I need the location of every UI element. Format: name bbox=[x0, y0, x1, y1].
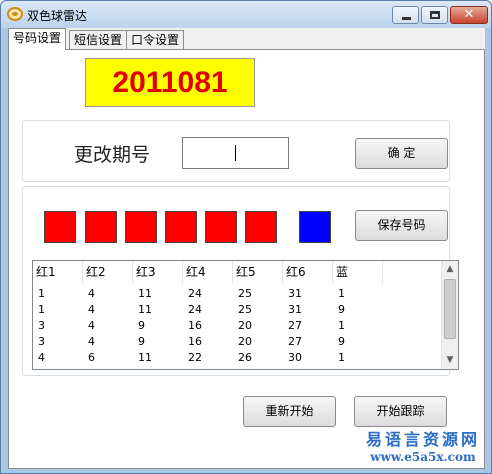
numbers-group: 保存号码 红1 红2 红3 红4 红5 红6 蓝 1 4 11 24 25 31… bbox=[22, 186, 459, 376]
red-ball-4[interactable] bbox=[165, 211, 197, 243]
table-cell: 4 bbox=[38, 351, 45, 364]
red-ball-3[interactable] bbox=[125, 211, 157, 243]
table-cell: 25 bbox=[238, 303, 252, 316]
table-cell: 31 bbox=[288, 287, 302, 300]
red-ball-5[interactable] bbox=[205, 211, 237, 243]
period-input[interactable] bbox=[182, 137, 289, 169]
close-icon: ✕ bbox=[463, 7, 475, 22]
title-bar[interactable]: 双色球雷达 ✕ bbox=[1, 1, 491, 28]
red-ball-2[interactable] bbox=[85, 211, 117, 243]
table-cell: 11 bbox=[138, 287, 152, 300]
tab-number-settings[interactable]: 号码设置 bbox=[8, 28, 67, 50]
header-red2[interactable]: 红2 bbox=[83, 261, 133, 285]
minimize-button[interactable] bbox=[392, 6, 419, 24]
table-cell: 1 bbox=[338, 287, 345, 300]
header-red4[interactable]: 红4 bbox=[183, 261, 233, 285]
tab-password-settings[interactable]: 口令设置 bbox=[126, 30, 185, 50]
table-cell: 24 bbox=[188, 303, 202, 316]
save-numbers-button[interactable]: 保存号码 bbox=[355, 210, 448, 241]
maximize-icon bbox=[430, 11, 440, 19]
table-cell: 1 bbox=[38, 303, 45, 316]
numbers-table[interactable]: 红1 红2 红3 红4 红5 红6 蓝 1 4 11 24 25 31 1 1 … bbox=[32, 260, 459, 370]
app-logo-icon bbox=[7, 7, 23, 21]
header-red6[interactable]: 红6 bbox=[283, 261, 333, 285]
table-cell: 1 bbox=[338, 319, 345, 332]
table-cell: 25 bbox=[238, 287, 252, 300]
table-scrollbar[interactable]: ▲ ▼ bbox=[441, 261, 458, 369]
window-title: 双色球雷达 bbox=[27, 9, 88, 23]
table-cell: 4 bbox=[88, 303, 95, 316]
watermark-name: 易语言资源网 bbox=[365, 430, 480, 449]
table-cell: 26 bbox=[238, 351, 252, 364]
client-area: 号码设置 短信设置 口令设置 2011081 更改期号 确 定 保存号码 红1 … bbox=[8, 28, 485, 469]
table-cell: 4 bbox=[88, 319, 95, 332]
table-header: 红1 红2 红3 红4 红5 红6 蓝 bbox=[33, 261, 443, 285]
minimize-icon bbox=[402, 17, 411, 20]
table-cell: 3 bbox=[38, 335, 45, 348]
table-row[interactable]: 3 4 9 16 20 27 1 bbox=[33, 318, 443, 334]
period-number-display: 2011081 bbox=[85, 58, 255, 107]
table-cell: 1 bbox=[338, 351, 345, 364]
table-row[interactable]: 3 4 9 16 20 27 9 bbox=[33, 334, 443, 350]
table-cell: 20 bbox=[238, 319, 252, 332]
table-cell: 6 bbox=[88, 351, 95, 364]
app-window: 双色球雷达 ✕ 号码设置 短信设置 口令设置 2011081 更改期号 确 定 bbox=[0, 0, 492, 474]
confirm-button[interactable]: 确 定 bbox=[355, 138, 448, 169]
close-button[interactable]: ✕ bbox=[450, 6, 488, 24]
table-cell: 4 bbox=[88, 287, 95, 300]
table-cell: 9 bbox=[138, 319, 145, 332]
table-cell: 4 bbox=[88, 335, 95, 348]
table-row[interactable]: 1 4 11 24 25 31 9 bbox=[33, 302, 443, 318]
table-cell: 11 bbox=[138, 351, 152, 364]
scroll-up-icon[interactable]: ▲ bbox=[442, 261, 458, 278]
table-row[interactable]: 4 6 11 22 26 30 1 bbox=[33, 350, 443, 366]
header-red3[interactable]: 红3 bbox=[133, 261, 183, 285]
change-period-label: 更改期号 bbox=[74, 144, 151, 166]
table-cell: 16 bbox=[188, 319, 202, 332]
table-cell: 9 bbox=[338, 303, 345, 316]
restart-button[interactable]: 重新开始 bbox=[243, 396, 336, 427]
tab-sms-settings[interactable]: 短信设置 bbox=[69, 30, 128, 50]
scroll-down-icon[interactable]: ▼ bbox=[442, 352, 458, 369]
blue-ball[interactable] bbox=[299, 211, 331, 243]
table-cell: 20 bbox=[238, 335, 252, 348]
table-cell: 9 bbox=[138, 335, 145, 348]
watermark-url: www.e5a5x.com bbox=[370, 450, 476, 464]
change-period-group: 更改期号 确 定 bbox=[22, 120, 450, 182]
red-ball-1[interactable] bbox=[44, 211, 76, 243]
table-cell: 11 bbox=[138, 303, 152, 316]
table-cell: 27 bbox=[288, 335, 302, 348]
table-cell: 24 bbox=[188, 287, 202, 300]
table-cell: 3 bbox=[38, 319, 45, 332]
header-red1[interactable]: 红1 bbox=[33, 261, 83, 285]
maximize-button[interactable] bbox=[421, 6, 448, 24]
header-red5[interactable]: 红5 bbox=[233, 261, 283, 285]
table-cell: 30 bbox=[288, 351, 302, 364]
table-cell: 22 bbox=[188, 351, 202, 364]
table-cell: 27 bbox=[288, 319, 302, 332]
number-settings-panel: 2011081 更改期号 确 定 保存号码 红1 红2 红3 红4 红5 红6 … bbox=[8, 49, 485, 469]
start-tracking-button[interactable]: 开始跟踪 bbox=[354, 396, 447, 427]
table-cell: 1 bbox=[38, 287, 45, 300]
table-cell: 16 bbox=[188, 335, 202, 348]
table-cell: 31 bbox=[288, 303, 302, 316]
red-ball-6[interactable] bbox=[245, 211, 277, 243]
header-blue[interactable]: 蓝 bbox=[333, 261, 383, 285]
text-caret bbox=[235, 145, 236, 161]
table-row[interactable]: 1 4 11 24 25 31 1 bbox=[33, 286, 443, 302]
table-cell: 9 bbox=[338, 335, 345, 348]
watermark: 易语言资源网 www.e5a5x.com bbox=[366, 426, 480, 464]
scroll-thumb[interactable] bbox=[444, 279, 456, 339]
